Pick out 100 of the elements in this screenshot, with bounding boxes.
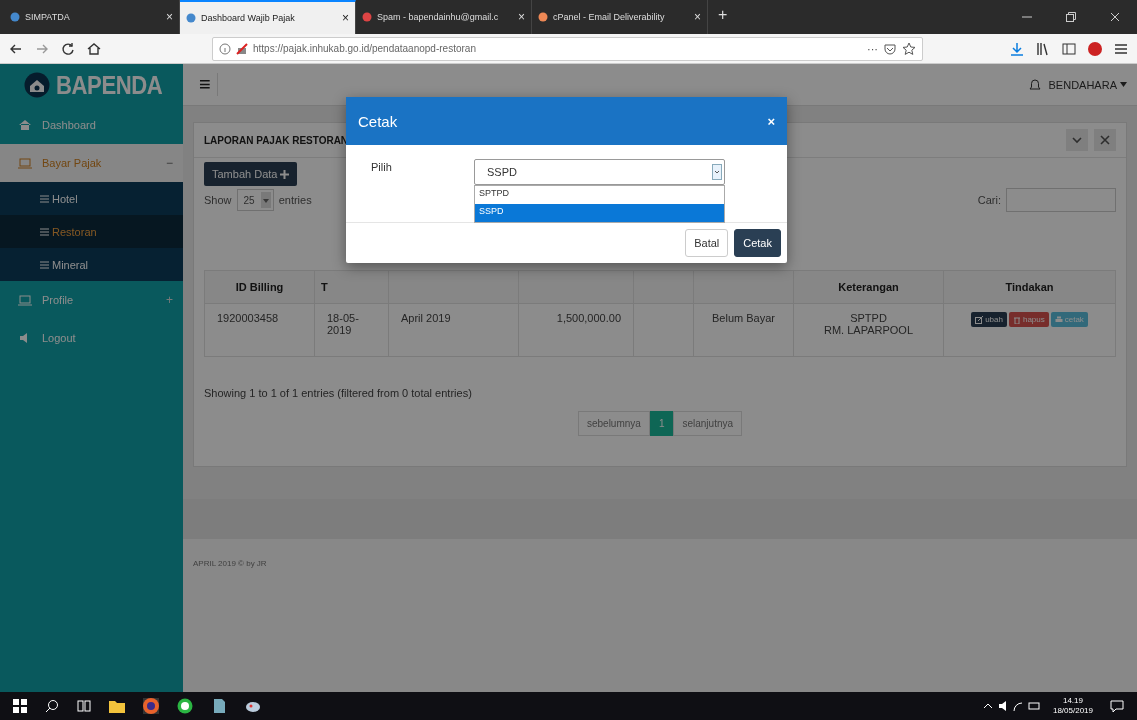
table-cell: 1920003458	[204, 303, 315, 357]
restore-icon	[1065, 11, 1077, 23]
show-label: Show	[204, 194, 232, 206]
menu-label: Dashboard	[42, 119, 96, 131]
info-icon	[219, 42, 231, 55]
page-actions-button[interactable]: ···	[867, 42, 878, 55]
logo-text: BAPENDA	[56, 69, 163, 101]
table-cell-text: RM. LAPARPOOL	[822, 324, 914, 336]
clock[interactable]: 14.19 18/05/2019	[1052, 696, 1093, 716]
tab-title: Dashboard Wajib Pajak	[201, 13, 296, 23]
adblock-icon	[1087, 40, 1103, 57]
entries-label: entries	[278, 194, 312, 206]
add-data-button[interactable]: Tambah Data	[204, 162, 298, 186]
laptop-icon	[18, 156, 32, 170]
list-icon	[40, 227, 49, 236]
expand-toggle-icon: −	[166, 156, 173, 170]
dropdown-option[interactable]: SSPD	[475, 204, 724, 222]
field-label: Pilih	[371, 160, 393, 175]
tab-close-button[interactable]: ×	[166, 10, 173, 24]
house-coin-icon	[24, 72, 50, 98]
pocket-icon	[883, 41, 897, 56]
submenu-item[interactable]: Restoran	[0, 215, 183, 248]
pagination-button[interactable]: selanjutnya	[673, 411, 743, 436]
table-cell: 18-05-2019	[314, 303, 389, 357]
dialog-title: Cetak	[358, 112, 398, 130]
list-icon	[40, 194, 49, 203]
task-view-icon	[77, 699, 91, 713]
lock-warning-icon	[236, 42, 248, 55]
tab-close-button[interactable]: ×	[342, 11, 349, 25]
print-button[interactable]: Cetak	[734, 229, 781, 257]
star-icon	[902, 41, 916, 56]
table-info-text: Showing 1 to 1 of 1 entries (filtered from 0 total entries)	[204, 387, 473, 399]
table-cell-text: SPTPD	[849, 312, 888, 324]
tab-close-button[interactable]: ×	[694, 10, 701, 24]
menu-label: Profile	[42, 294, 74, 306]
user-menu[interactable]: BENDAHARA	[1048, 78, 1127, 91]
column-header: Tindakan	[943, 270, 1116, 304]
menu-toggle-button[interactable]: ≡	[193, 73, 218, 96]
bell-icon	[1028, 78, 1041, 91]
folder-icon	[109, 699, 125, 713]
tab-close-button[interactable]: ×	[518, 10, 525, 24]
edit-icon	[975, 315, 984, 324]
tab-title: SIMPATDA	[25, 12, 71, 22]
new-tab-button[interactable]: +	[708, 0, 738, 34]
printer-icon	[1054, 315, 1063, 324]
download-icon	[1009, 40, 1025, 57]
table-cell: April 2019	[388, 303, 519, 357]
search-field[interactable]	[1006, 188, 1116, 212]
list-icon	[40, 260, 49, 269]
url-text: https://pajak.inhukab.go.id/pendataanopd-restoran	[253, 43, 476, 54]
card-title: LAPORAN PAJAK RESTORAN	[204, 134, 349, 146]
menu-label: Logout	[42, 332, 76, 344]
browser-tab[interactable]: Dashboard Wajib Pajak ×	[180, 0, 356, 34]
close-icon	[1109, 11, 1121, 23]
select-field[interactable]: SSPD	[474, 159, 725, 185]
clock-date: 18/05/2019	[1052, 706, 1093, 716]
cancel-button[interactable]: Batal	[685, 229, 729, 257]
delete-button[interactable]: hapus	[1008, 312, 1049, 327]
tab-title: Spam - bapendainhu@gmail.c	[377, 12, 500, 22]
submenu-item[interactable]: Mineral	[0, 248, 183, 281]
caret-icon	[260, 192, 271, 208]
edit-button[interactable]: ubah	[971, 312, 1007, 327]
page-size-select[interactable]: 25	[236, 189, 274, 211]
caret-icon	[1120, 82, 1127, 87]
tab-favicon-icon	[362, 12, 372, 22]
windows-start-icon	[13, 699, 27, 713]
search-label: Cari:	[977, 194, 1001, 206]
expand-toggle-icon: +	[166, 293, 173, 307]
address-bar[interactable]: https://pajak.inhukab.go.id/pendataanopd-restoran ···	[212, 36, 923, 61]
collapse-icon	[1066, 129, 1088, 151]
chat-icon	[177, 698, 193, 714]
plus-icon	[280, 169, 290, 179]
tab-favicon-icon	[186, 13, 196, 23]
network-icon	[1012, 700, 1023, 712]
tab-favicon-icon	[10, 12, 20, 22]
dropdown-option[interactable]: SPTPD	[475, 186, 724, 204]
submenu-item[interactable]: Hotel	[0, 182, 183, 215]
pagination-button[interactable]: sebelumnya	[577, 411, 650, 436]
battery-icon	[1027, 700, 1040, 712]
browser-icon	[143, 698, 159, 714]
close-button[interactable]: ×	[767, 113, 775, 129]
column-header: ID Billing	[204, 270, 315, 304]
column-header: Keterangan	[793, 270, 944, 304]
house-icon	[18, 118, 32, 132]
menu-label: Bayar Pajak	[42, 157, 102, 169]
table-cell: 1,500,000.00	[518, 303, 634, 357]
library-icon	[1035, 40, 1051, 57]
speaker-icon	[997, 700, 1008, 712]
clock-time: 14.19	[1061, 696, 1084, 706]
footer-text: APRIL 2019 © by JR	[193, 559, 267, 568]
sidebar-menu-item[interactable]: Bayar Pajak −	[0, 144, 183, 182]
notification-icon	[1110, 699, 1124, 713]
tab-favicon-icon	[538, 12, 548, 22]
chevron-down-icon	[712, 164, 722, 180]
column-header: T	[314, 270, 389, 304]
tab-title: cPanel - Email Deliverability	[553, 12, 666, 22]
close-icon	[1094, 129, 1116, 151]
table-cell: Belum Bayar	[693, 303, 794, 357]
search-icon	[45, 699, 59, 713]
home-icon	[86, 40, 102, 57]
